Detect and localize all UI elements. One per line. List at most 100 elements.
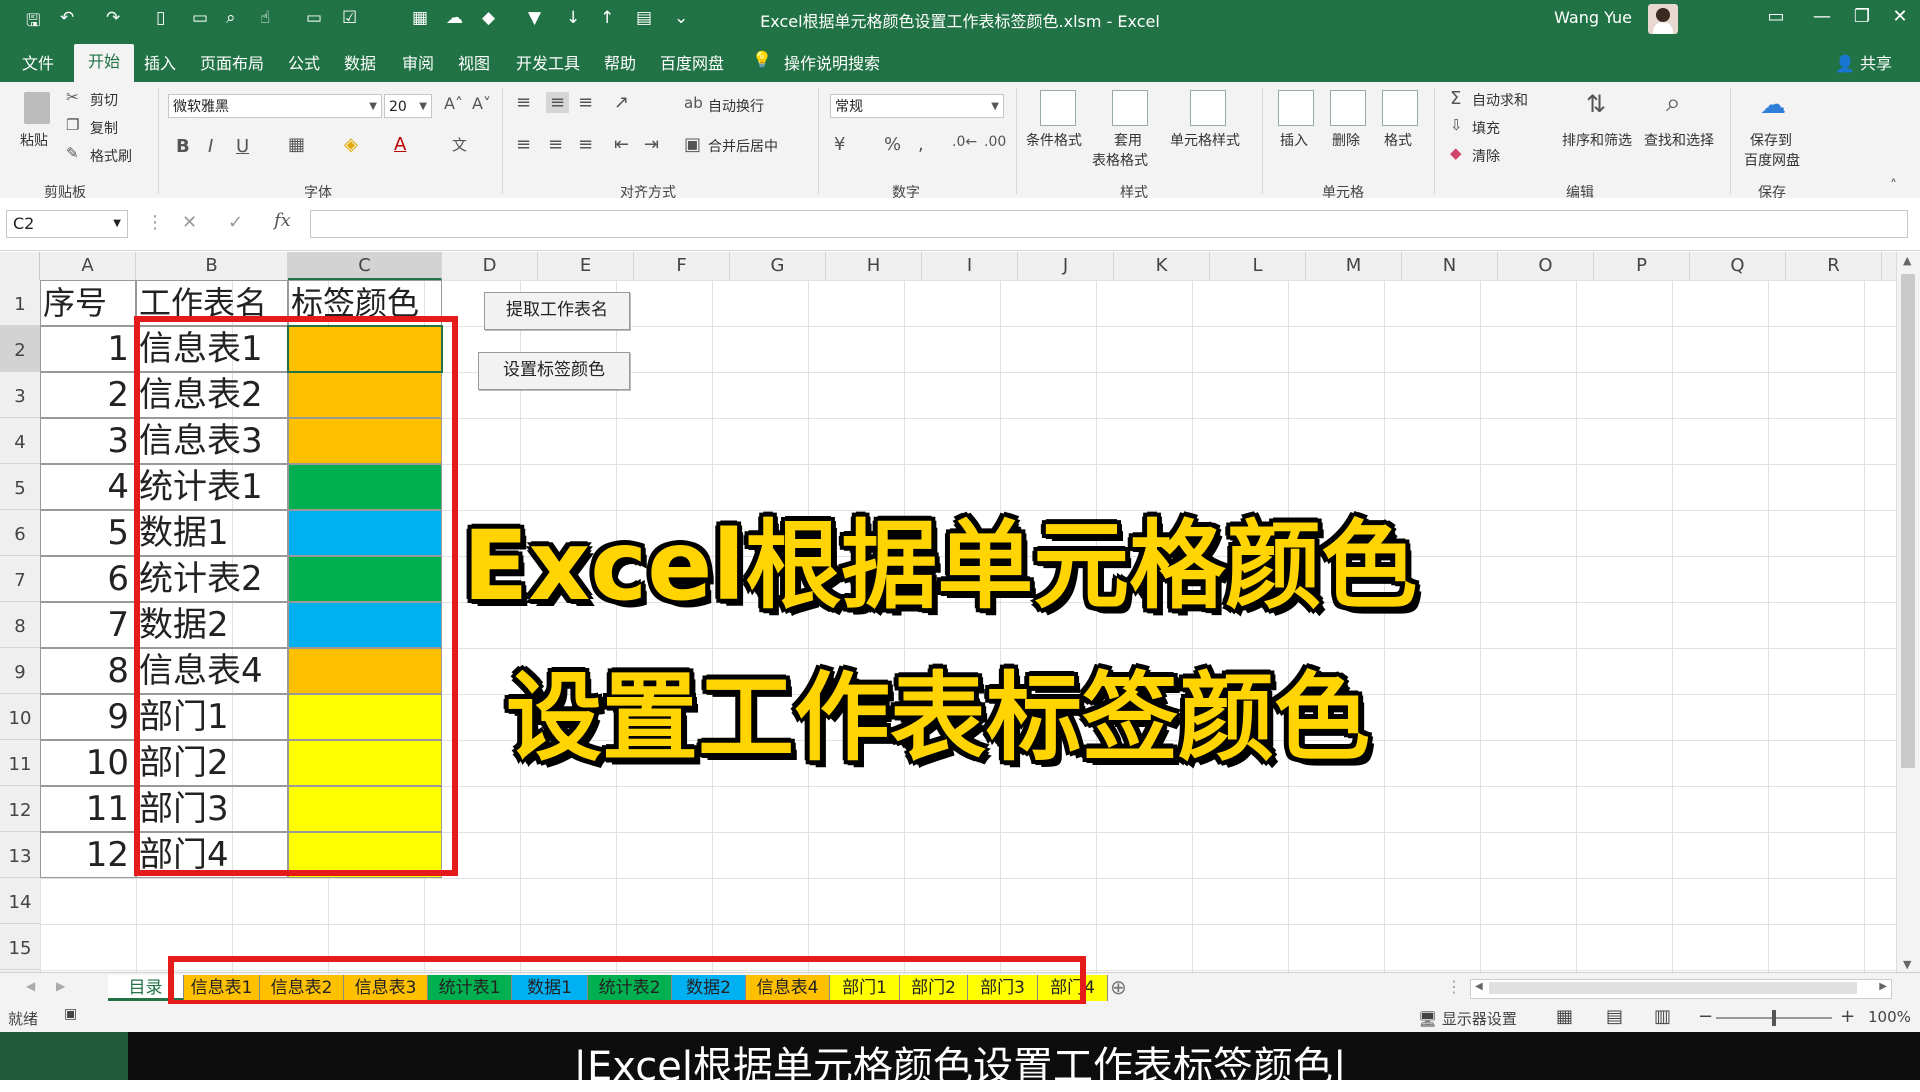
format-table-line1[interactable]: 套用 (1114, 130, 1142, 150)
macro-record-icon[interactable]: ▣ (64, 1006, 77, 1022)
column-header-b[interactable]: B (136, 252, 288, 280)
percent-icon[interactable]: % (884, 134, 901, 155)
tab-file[interactable]: 文件 (22, 50, 54, 74)
bold-icon[interactable]: B (176, 136, 190, 157)
column-header-f[interactable]: F (634, 252, 730, 280)
scroll-down-icon[interactable]: ▼ (1903, 958, 1911, 971)
save-baidu-line1[interactable]: 保存到 (1750, 130, 1792, 150)
cell-index[interactable]: 2 (40, 372, 136, 418)
set-tab-color-button[interactable]: 设置标签颜色 (478, 352, 630, 390)
increase-decimal-icon[interactable]: .0← (952, 134, 977, 150)
tab-developer[interactable]: 开发工具 (516, 50, 580, 74)
row-header-4[interactable]: 4 (0, 418, 40, 464)
column-header-o[interactable]: O (1498, 252, 1594, 280)
hscroll-right-icon[interactable]: ▶ (1879, 981, 1887, 992)
row-header-13[interactable]: 13 (0, 832, 40, 878)
minimize-icon[interactable]: — (1802, 6, 1842, 27)
align-center-icon[interactable]: ≡ (548, 134, 563, 155)
insert-function-icon[interactable]: fx (274, 210, 291, 231)
decrease-decimal-icon[interactable]: .00 (984, 134, 1006, 150)
conditional-format-button[interactable]: 条件格式 (1026, 130, 1082, 150)
row-header-15[interactable]: 15 (0, 924, 40, 970)
grow-font-icon[interactable]: A˄ (444, 94, 463, 113)
horizontal-scrollbar[interactable]: ◀ ▶ (1470, 979, 1892, 999)
column-header-n[interactable]: N (1402, 252, 1498, 280)
column-header-j[interactable]: J (1018, 252, 1114, 280)
row-header-2[interactable]: 2 (0, 326, 40, 372)
page-layout-view-icon[interactable]: ▤ (1606, 1006, 1623, 1027)
cancel-icon[interactable]: ✕ (182, 212, 197, 233)
column-header-i[interactable]: I (922, 252, 1018, 280)
display-settings-button[interactable]: 🖥 显示器设置 (1418, 1008, 1517, 1029)
extract-sheet-names-button[interactable]: 提取工作表名 (484, 292, 630, 330)
zoom-out-icon[interactable]: − (1698, 1006, 1713, 1027)
tab-scroll-left-icon[interactable]: ◀ (26, 979, 35, 993)
collapse-ribbon-icon[interactable]: ˄ (1890, 178, 1897, 194)
clear-button[interactable]: 清除 (1472, 146, 1500, 166)
header-cell-index[interactable]: 序号 (40, 280, 136, 326)
increase-indent-icon[interactable]: ⇥ (644, 134, 659, 155)
delete-cells-button[interactable]: 删除 (1332, 130, 1360, 150)
column-header-a[interactable]: A (40, 252, 136, 280)
fill-color-icon[interactable]: ◈ (344, 134, 358, 155)
copy-button[interactable]: 复制 (90, 118, 118, 138)
scroll-thumb[interactable] (1901, 274, 1915, 768)
tab-page-layout[interactable]: 页面布局 (200, 50, 264, 74)
fill-button[interactable]: 填充 (1472, 118, 1500, 138)
merge-center-button[interactable]: 合并后居中 (708, 136, 778, 156)
avatar[interactable] (1648, 4, 1678, 34)
cut-button[interactable]: 剪切 (90, 90, 118, 110)
tab-data[interactable]: 数据 (344, 50, 376, 74)
font-size-select[interactable]: 20 ▼ (384, 94, 432, 118)
column-header-q[interactable]: Q (1690, 252, 1786, 280)
comma-icon[interactable]: , (918, 134, 924, 155)
scroll-up-icon[interactable]: ▲ (1903, 254, 1911, 267)
save-baidu-line2[interactable]: 百度网盘 (1744, 150, 1800, 170)
tab-insert[interactable]: 插入 (144, 50, 176, 74)
name-box[interactable]: C2 ▼ (6, 210, 128, 238)
column-header-p[interactable]: P (1594, 252, 1690, 280)
cell-index[interactable]: 12 (40, 832, 136, 878)
underline-icon[interactable]: U (236, 136, 249, 157)
paste-button[interactable]: 粘贴 (20, 130, 48, 150)
font-color-icon[interactable]: A (394, 134, 406, 155)
add-sheet-icon[interactable]: ⊕ (1110, 975, 1127, 999)
paste-icon[interactable] (20, 92, 54, 126)
align-middle-icon[interactable]: ≡ (546, 92, 570, 113)
border-icon[interactable]: ▦ (288, 134, 305, 155)
tell-me-search[interactable]: 操作说明搜索 (784, 50, 880, 74)
tab-view[interactable]: 视图 (458, 50, 490, 74)
cell-index[interactable]: 3 (40, 418, 136, 464)
align-top-icon[interactable]: ≡ (516, 92, 531, 113)
split-handle-icon[interactable]: ⋮ (1446, 977, 1462, 996)
formula-input[interactable] (310, 210, 1908, 238)
column-header-l[interactable]: L (1210, 252, 1306, 280)
tab-review[interactable]: 审阅 (402, 50, 434, 74)
hscroll-left-icon[interactable]: ◀ (1475, 981, 1483, 992)
currency-icon[interactable]: ¥ (834, 134, 845, 155)
tab-home[interactable]: 开始 (74, 44, 135, 82)
orientation-icon[interactable]: ↗ (614, 92, 629, 113)
ribbon-display-icon[interactable]: ▭ (1756, 6, 1796, 27)
select-all-corner[interactable] (0, 252, 40, 280)
cell-index[interactable]: 1 (40, 326, 136, 372)
format-cells-button[interactable]: 格式 (1384, 130, 1412, 150)
cell-styles-button[interactable]: 单元格样式 (1170, 130, 1240, 150)
zoom-in-icon[interactable]: + (1840, 1006, 1855, 1027)
shrink-font-icon[interactable]: A˅ (472, 94, 491, 113)
find-select-button[interactable]: 查找和选择 (1644, 130, 1714, 150)
align-bottom-icon[interactable]: ≡ (578, 92, 593, 113)
phonetic-icon[interactable]: 文 (452, 134, 467, 155)
hscroll-thumb[interactable] (1489, 982, 1857, 994)
format-painter-button[interactable]: 格式刷 (90, 146, 132, 166)
tab-help[interactable]: 帮助 (604, 50, 636, 74)
cell-index[interactable]: 11 (40, 786, 136, 832)
restore-icon[interactable]: ❐ (1842, 6, 1882, 27)
sort-filter-button[interactable]: 排序和筛选 (1562, 130, 1632, 150)
autosum-button[interactable]: 自动求和 (1472, 90, 1528, 110)
tab-scroll-right-icon[interactable]: ▶ (56, 979, 65, 993)
enter-icon[interactable]: ✓ (228, 212, 243, 233)
column-header-g[interactable]: G (730, 252, 826, 280)
close-icon[interactable]: ✕ (1880, 6, 1920, 27)
row-header-3[interactable]: 3 (0, 372, 40, 418)
